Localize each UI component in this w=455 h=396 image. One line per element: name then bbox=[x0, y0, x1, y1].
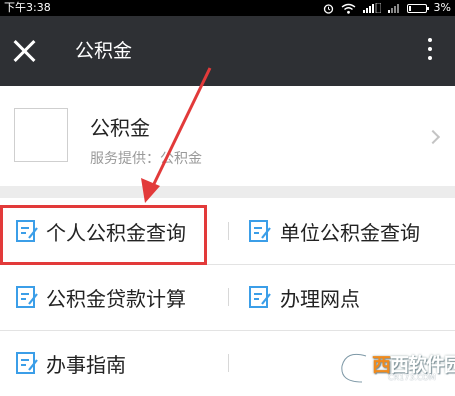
status-bar: 下午3:38 3% bbox=[0, 0, 455, 16]
menu-item-outlets[interactable]: 办理网点 bbox=[228, 264, 455, 330]
watermark-swirl-icon bbox=[339, 351, 367, 385]
document-edit-icon bbox=[249, 220, 271, 242]
page-title: 公积金 bbox=[75, 40, 133, 62]
menu-item-label: 单位公积金查询 bbox=[280, 220, 420, 245]
watermark-site: CR173.COM bbox=[388, 373, 436, 382]
column-divider bbox=[228, 354, 229, 372]
watermark-logo: 西西软件园 CR173.COM bbox=[336, 348, 455, 388]
highlight-box bbox=[0, 205, 207, 265]
menu-item-guide[interactable]: 办事指南 bbox=[0, 330, 228, 396]
battery-percent: 3% bbox=[433, 1, 451, 14]
service-logo bbox=[14, 108, 68, 162]
document-edit-icon bbox=[16, 286, 38, 308]
service-provider: 服务提供：公积金 bbox=[90, 151, 202, 167]
wifi-icon bbox=[341, 3, 355, 14]
menu-item-label: 办事指南 bbox=[46, 352, 126, 377]
signal-icon bbox=[387, 4, 399, 13]
menu-item-loan-calc[interactable]: 公积金贷款计算 bbox=[0, 264, 228, 330]
app-header: 公积金 bbox=[0, 16, 455, 86]
status-icons: 3% bbox=[323, 0, 451, 16]
close-icon[interactable] bbox=[12, 39, 36, 63]
status-time: 下午3:38 bbox=[4, 1, 51, 14]
document-edit-icon bbox=[16, 352, 38, 374]
menu-item-label: 办理网点 bbox=[280, 286, 360, 311]
signal-icon bbox=[362, 3, 381, 13]
document-edit-icon bbox=[249, 286, 271, 308]
more-vertical-icon[interactable] bbox=[425, 38, 435, 64]
service-name: 公积金 bbox=[90, 116, 150, 140]
menu-item-label: 公积金贷款计算 bbox=[46, 286, 186, 311]
alarm-icon bbox=[323, 3, 333, 14]
chevron-right-icon bbox=[425, 129, 441, 145]
menu-item-unit-query[interactable]: 单位公积金查询 bbox=[228, 198, 455, 264]
battery-icon bbox=[406, 3, 429, 13]
service-card[interactable]: 公积金 服务提供：公积金 bbox=[0, 86, 455, 186]
